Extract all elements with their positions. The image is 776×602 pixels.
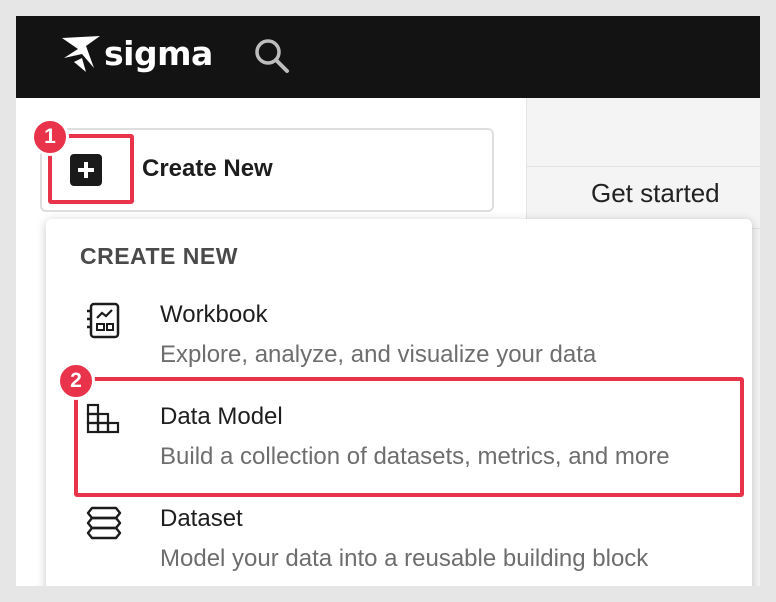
brand-name: sigma bbox=[104, 33, 213, 73]
divider bbox=[527, 166, 760, 167]
workbook-icon bbox=[87, 302, 120, 339]
menu-item-description: Model your data into a reusable building… bbox=[160, 545, 649, 572]
step-2-badge: 2 bbox=[57, 362, 95, 400]
menu-item-data-model[interactable]: Data Model Build a collection of dataset… bbox=[46, 403, 752, 503]
menu-heading: CREATE NEW bbox=[80, 243, 238, 269]
data-model-icon bbox=[86, 403, 120, 434]
step-1-badge: 1 bbox=[31, 118, 69, 156]
menu-item-workbook[interactable]: Workbook Explore, analyze, and visualize… bbox=[46, 301, 752, 401]
menu-item-title: Workbook bbox=[160, 301, 268, 328]
menu-item-title: Dataset bbox=[160, 505, 243, 532]
menu-item-description: Build a collection of datasets, metrics,… bbox=[160, 443, 670, 470]
get-started-heading: Get started bbox=[591, 178, 720, 208]
create-new-menu: CREATE NEW Workbook Explore, analyze, an… bbox=[46, 219, 752, 586]
plus-square-icon bbox=[70, 154, 102, 186]
sigma-logo[interactable]: sigma bbox=[60, 32, 213, 80]
create-new-button[interactable]: Create New bbox=[40, 128, 494, 212]
create-new-label: Create New bbox=[142, 155, 273, 182]
dataset-icon bbox=[86, 506, 122, 540]
menu-item-title: Data Model bbox=[160, 403, 283, 430]
menu-item-dataset[interactable]: Dataset Model your data into a reusable … bbox=[46, 505, 752, 586]
search-icon[interactable] bbox=[250, 34, 294, 78]
sigma-logo-icon bbox=[62, 36, 100, 72]
menu-item-description: Explore, analyze, and visualize your dat… bbox=[160, 341, 597, 368]
app-window: sigma Get started Create New CREATE NEW bbox=[16, 16, 760, 586]
top-navigation-bar: sigma bbox=[16, 16, 760, 98]
